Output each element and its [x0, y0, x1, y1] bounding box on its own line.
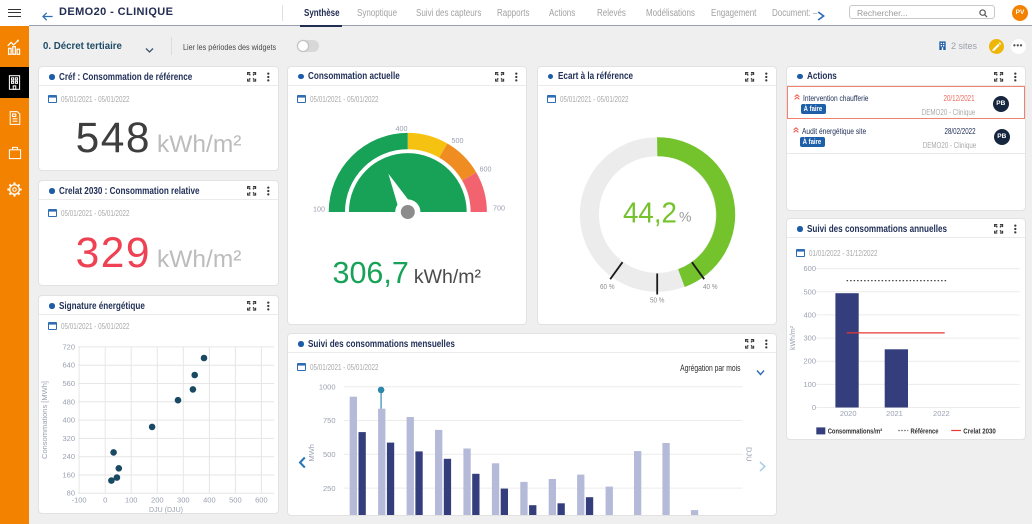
svg-text:100: 100	[125, 496, 138, 505]
svg-text:300: 300	[803, 334, 816, 343]
svg-text:500: 500	[803, 287, 816, 296]
svg-text:Crelat 2030: Crelat 2030	[963, 427, 996, 436]
svg-text:400: 400	[62, 416, 75, 425]
svg-text:400: 400	[396, 124, 408, 133]
svg-text:2022: 2022	[933, 409, 950, 418]
svg-text:480: 480	[62, 397, 75, 406]
svg-text:400: 400	[803, 310, 816, 319]
svg-text:200: 200	[151, 496, 164, 505]
svg-text:500: 500	[229, 496, 242, 505]
svg-text:MWh: MWh	[307, 444, 316, 462]
svg-text:1000: 1000	[319, 382, 336, 391]
svg-text:600: 600	[803, 264, 816, 273]
svg-text:320: 320	[62, 434, 75, 443]
svg-text:300: 300	[177, 496, 190, 505]
svg-text:50 %: 50 %	[649, 297, 664, 304]
svg-text:500: 500	[452, 136, 464, 145]
svg-text:560: 560	[62, 379, 75, 388]
svg-text:2021: 2021	[886, 409, 903, 418]
svg-text:200: 200	[803, 357, 816, 366]
svg-text:750: 750	[323, 416, 336, 425]
svg-text:160: 160	[62, 471, 75, 480]
svg-text:240: 240	[62, 452, 75, 461]
svg-text:0: 0	[812, 403, 816, 412]
svg-text:Consommations/m²: Consommations/m²	[828, 427, 883, 436]
svg-text:400: 400	[203, 496, 216, 505]
svg-text:DJU: DJU	[744, 447, 753, 462]
svg-text:Consommations [MWh]: Consommations [MWh]	[40, 381, 49, 459]
svg-text:640: 640	[62, 361, 75, 370]
svg-text:0: 0	[103, 496, 107, 505]
svg-text:700: 700	[493, 203, 505, 212]
svg-text:%: %	[679, 208, 691, 224]
svg-text:40 %: 40 %	[703, 284, 718, 291]
svg-text:100: 100	[313, 204, 325, 213]
svg-text:Référence: Référence	[911, 427, 939, 436]
svg-text:720: 720	[62, 342, 75, 351]
svg-text:60 %: 60 %	[600, 284, 615, 291]
svg-text:500: 500	[323, 450, 336, 459]
svg-text:600: 600	[255, 496, 268, 505]
svg-text:600: 600	[480, 164, 492, 173]
svg-text:44,2: 44,2	[623, 197, 677, 229]
svg-text:DJU (DJU): DJU (DJU)	[149, 505, 183, 514]
svg-text:250: 250	[323, 484, 336, 493]
svg-text:2020: 2020	[840, 409, 857, 418]
svg-text:100: 100	[803, 380, 816, 389]
svg-text:kWh/m²: kWh/m²	[790, 325, 797, 350]
svg-text:-100: -100	[72, 496, 87, 505]
